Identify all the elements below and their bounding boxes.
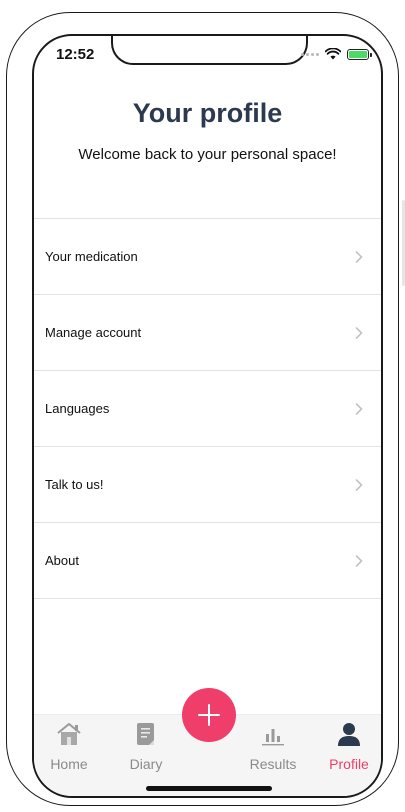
tab-diary-label: Diary: [129, 756, 163, 772]
tab-results[interactable]: Results: [238, 721, 308, 772]
chevron-right-icon: [355, 554, 363, 567]
page-subtitle: Welcome back to your personal space!: [78, 146, 337, 163]
chevron-right-icon: [355, 326, 363, 339]
results-icon: [262, 729, 284, 746]
home-icon: [57, 723, 81, 745]
home-indicator: [146, 786, 272, 791]
menu-item-languages[interactable]: Languages: [34, 371, 381, 447]
tab-profile[interactable]: Profile: [314, 721, 381, 772]
menu-item-manage-account[interactable]: Manage account: [34, 295, 381, 371]
status-time: 12:52: [56, 46, 95, 63]
page-title: Your profile: [132, 98, 283, 128]
battery-icon: [347, 48, 372, 60]
tab-diary[interactable]: Diary: [111, 721, 181, 772]
phone-screen: 12:52 Your profile Welcome back to your …: [32, 34, 383, 798]
menu-item-label: Languages: [45, 401, 110, 416]
menu-item-about[interactable]: About: [34, 523, 381, 599]
notch: [111, 36, 308, 65]
diary-icon: [137, 723, 154, 745]
profile-icon: [338, 723, 360, 746]
profile-menu: Your medication Manage account Languages…: [34, 218, 381, 599]
menu-item-label: About: [45, 553, 79, 568]
chevron-right-icon: [355, 478, 363, 491]
signal-dots-icon: [301, 52, 319, 56]
menu-item-talk-to-us[interactable]: Talk to us!: [34, 447, 381, 523]
menu-item-label: Talk to us!: [45, 477, 104, 492]
wifi-icon: [325, 48, 341, 60]
menu-item-label: Manage account: [45, 325, 142, 340]
tab-home-label: Home: [50, 756, 88, 772]
chevron-right-icon: [355, 402, 363, 415]
tab-home[interactable]: Home: [34, 721, 104, 772]
menu-item-label: Your medication: [45, 249, 138, 264]
tab-profile-label: Profile: [329, 756, 369, 772]
menu-item-your-medication[interactable]: Your medication: [34, 219, 381, 295]
chevron-right-icon: [355, 250, 363, 263]
plus-icon: [198, 704, 220, 726]
add-entry-button[interactable]: [182, 688, 236, 742]
status-indicators: [301, 48, 372, 60]
tab-results-label: Results: [249, 756, 297, 772]
